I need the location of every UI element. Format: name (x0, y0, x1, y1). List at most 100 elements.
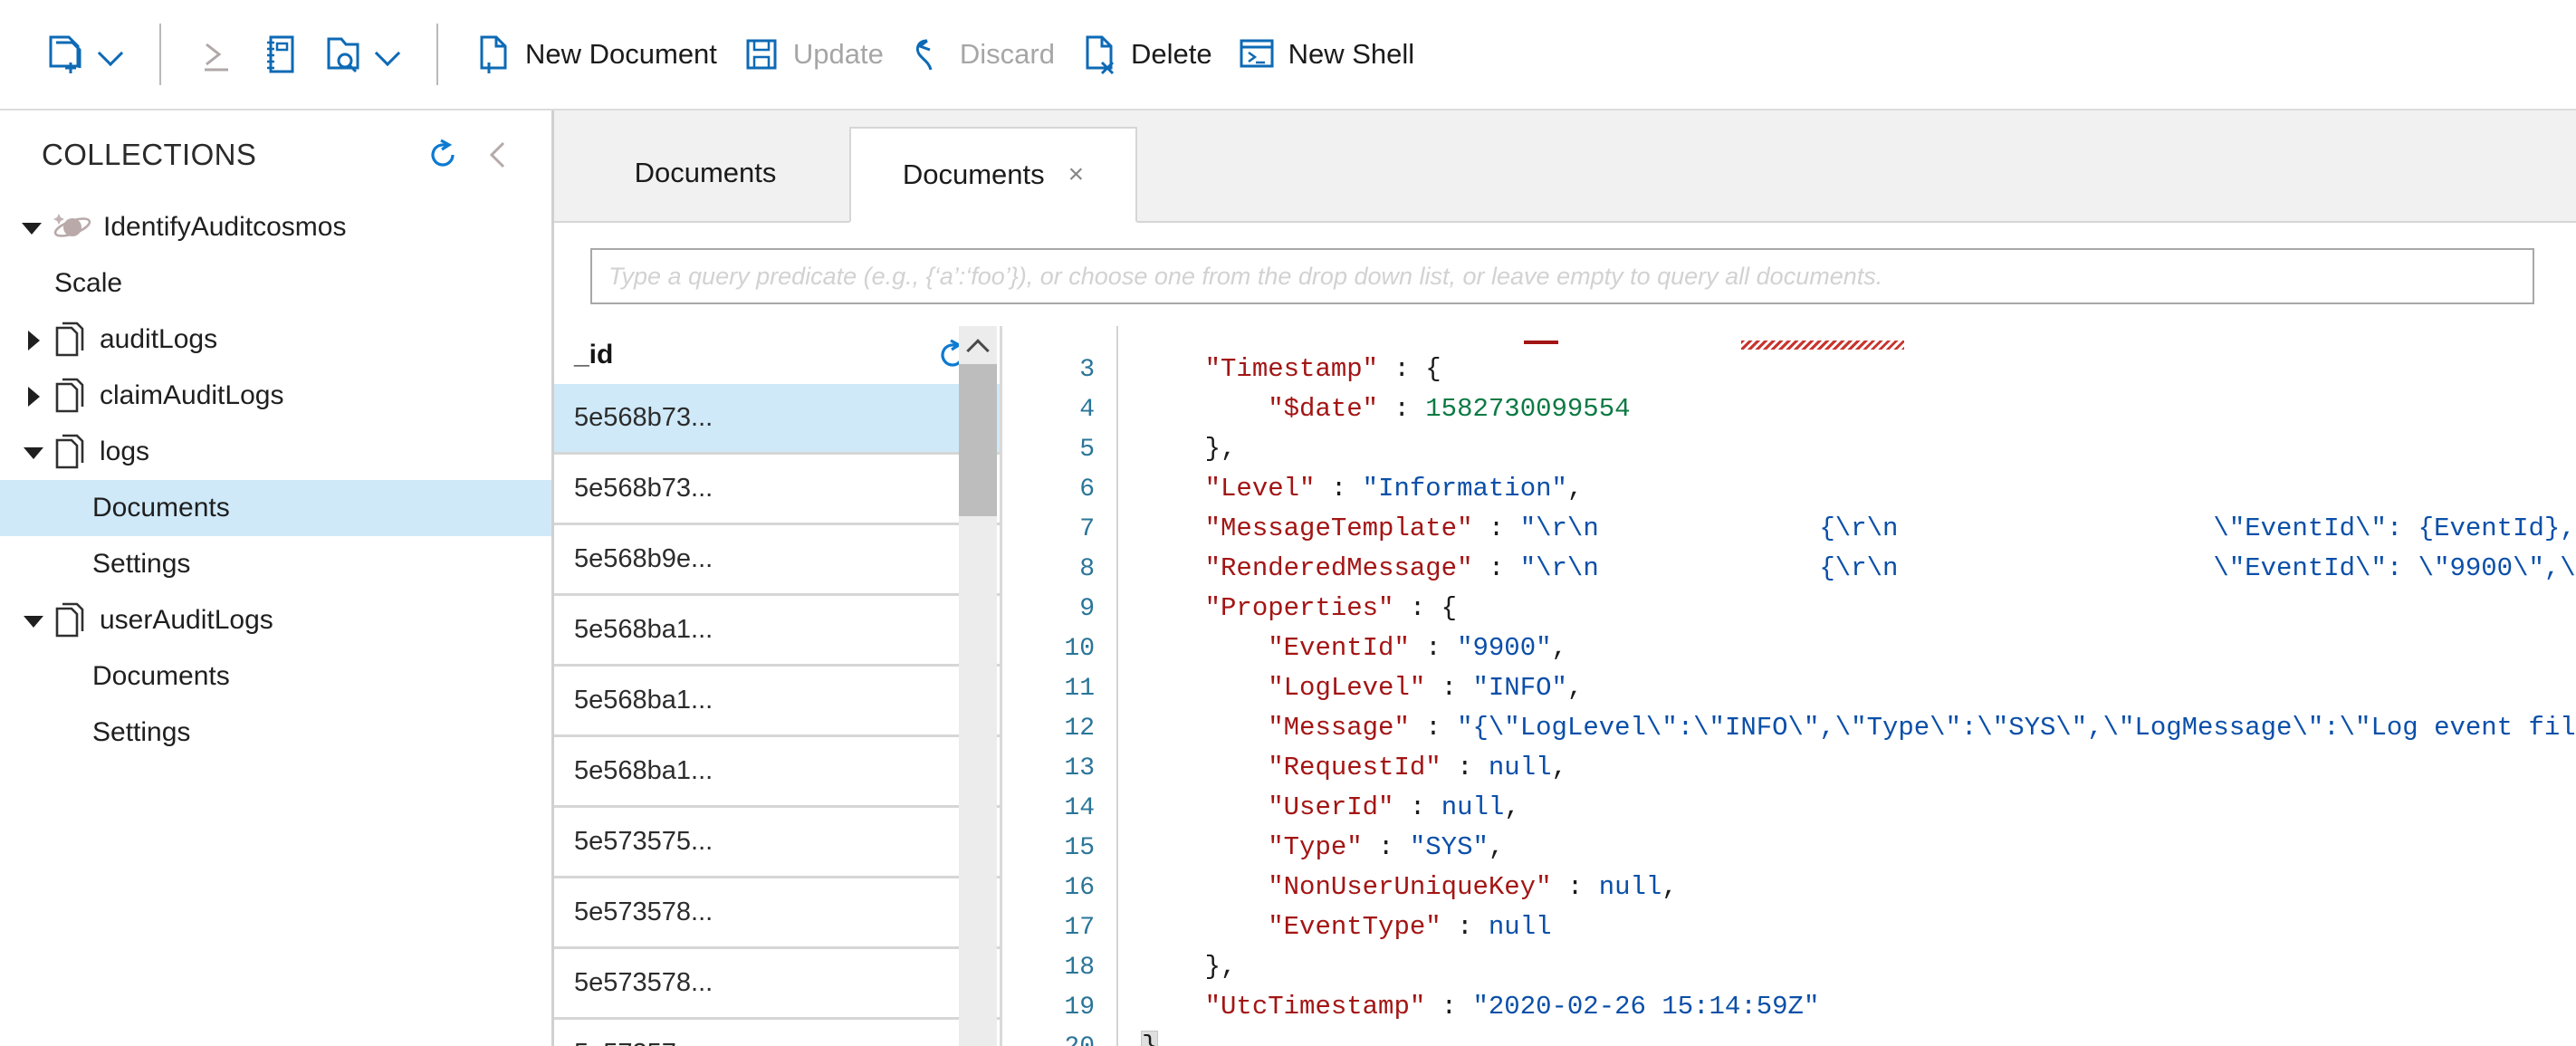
tree-item-logs[interactable]: logs (0, 424, 551, 480)
line-number: 14 (1064, 793, 1095, 822)
query-input[interactable] (590, 248, 2534, 304)
collection-icon (54, 433, 89, 471)
code-text[interactable]: "$date" : 1582730099554 (1116, 389, 2576, 429)
tree-item-documents[interactable]: Documents (0, 648, 551, 705)
code-text[interactable]: }, (1116, 429, 2576, 469)
id-column-header: _id (574, 340, 614, 369)
tab-documents-0[interactable]: Documents (561, 125, 849, 221)
tree-item-scale[interactable]: Scale (0, 255, 551, 312)
new-document-button[interactable]: New Document (462, 15, 730, 93)
tab-strip: Documents Documents × (554, 110, 2576, 223)
document-row[interactable]: 5e568b9e... (554, 525, 1000, 596)
document-row[interactable]: 5e573578... (554, 949, 1000, 1020)
code-line: 8 "RenderedMessage" : "\r\n {\r\n \"Even… (1002, 549, 2576, 589)
line-number: 13 (1064, 753, 1095, 782)
code-text[interactable]: "RequestId" : null, (1116, 748, 2576, 788)
sidebar-title: COLLECTIONS (42, 138, 257, 171)
chevron-left-icon[interactable] (479, 135, 519, 175)
chevron-right-icon[interactable] (18, 380, 49, 411)
document-row[interactable]: 5e573575... (554, 808, 1000, 878)
notebook-button[interactable] (248, 15, 311, 93)
tree-item-identifyauditcosmos[interactable]: IdentifyAuditcosmos (0, 199, 551, 255)
new-shell-label: New Shell (1288, 38, 1415, 70)
line-number: 4 (1079, 395, 1095, 424)
tree-item-auditlogs[interactable]: auditLogs (0, 312, 551, 368)
discard-button[interactable]: Discard (896, 15, 1068, 93)
shell-prompt-icon (197, 34, 235, 75)
code-text[interactable] (1116, 326, 2576, 350)
code-line: 13 "RequestId" : null, (1002, 748, 2576, 788)
chevron-right-icon[interactable] (18, 324, 49, 355)
tree-item-settings[interactable]: Settings (0, 705, 551, 761)
code-text[interactable]: "Type" : "SYS", (1116, 828, 2576, 868)
code-text[interactable]: "LogLevel" : "INFO", (1116, 668, 2576, 708)
tree-item-documents[interactable]: Documents (0, 480, 551, 536)
document-row[interactable]: 5e568b73... (554, 455, 1000, 525)
document-row[interactable]: 5e568ba1... (554, 667, 1000, 737)
new-shell-icon (1238, 34, 1276, 75)
code-line: 7 "MessageTemplate" : "\r\n {\r\n \"Even… (1002, 509, 2576, 549)
code-text[interactable]: "MessageTemplate" : "\r\n {\r\n \"EventI… (1116, 509, 2576, 549)
document-row[interactable]: 5e568ba1... (554, 737, 1000, 808)
tree-item-userauditlogs[interactable]: userAuditLogs (0, 592, 551, 648)
code-text[interactable]: } (1116, 1027, 2576, 1046)
document-id: 5e568ba1... (574, 615, 713, 644)
open-query-button[interactable] (311, 15, 413, 93)
main-area: COLLECTIONS IdentifyAuditcosmos Scale audi… (0, 110, 2576, 1046)
new-document-label: New Document (525, 38, 717, 70)
chevron-down-icon[interactable] (16, 212, 47, 243)
new-collection-button[interactable] (34, 15, 136, 93)
code-line: 19 "UtcTimestamp" : "2020-02-26 15:14:59… (1002, 987, 2576, 1027)
code-text[interactable]: "Timestamp" : { (1116, 350, 2576, 389)
json-editor[interactable]: 3 "Timestamp" : {4 "$date" : 15827300995… (1002, 326, 2576, 1046)
new-shell-button[interactable]: New Shell (1225, 15, 1428, 93)
main-toolbar: New Document Update Discard Delete New S… (0, 0, 2576, 110)
tree-item-claimauditlogs[interactable]: claimAuditLogs (0, 368, 551, 424)
tab-documents-1[interactable]: Documents × (849, 127, 1137, 223)
close-icon[interactable]: × (1068, 161, 1085, 188)
code-text[interactable]: "Message" : "{\"LogLevel\":\"INFO\",\"Ty… (1116, 708, 2576, 748)
code-text[interactable]: "EventType" : null (1116, 907, 2576, 947)
code-line: 10 "EventId" : "9900", (1002, 629, 2576, 668)
refresh-icon[interactable] (423, 135, 463, 175)
scrollbar-thumb[interactable] (959, 364, 997, 516)
document-row[interactable]: 5e568b73... (554, 384, 1000, 455)
code-text[interactable]: }, (1116, 947, 2576, 987)
line-number: 15 (1064, 833, 1095, 862)
documents-list-scrollbar[interactable] (959, 326, 997, 1046)
scroll-up-arrow-icon[interactable] (959, 326, 997, 364)
delete-button[interactable]: Delete (1068, 15, 1225, 93)
tree-item-settings[interactable]: Settings (0, 536, 551, 592)
line-number: 12 (1064, 714, 1095, 743)
collection-icon (54, 601, 89, 639)
documents-split: _id 5e568b73... 5e568b73... 5e568b9e... 5e5… (554, 326, 2576, 1046)
new-collection-icon (47, 34, 85, 75)
code-text[interactable]: "UtcTimestamp" : "2020-02-26 15:14:59Z" (1116, 987, 2576, 1027)
code-text[interactable]: "Level" : "Information", (1116, 469, 2576, 509)
code-line: 9 "Properties" : { (1002, 589, 2576, 629)
chevron-down-icon[interactable] (18, 605, 49, 636)
shell-prompt-button[interactable] (185, 15, 248, 93)
chevron-down-icon[interactable] (18, 437, 49, 467)
document-row[interactable]: 5e57357e... (554, 1020, 1000, 1046)
chevron-down-icon (100, 43, 123, 66)
code-line: 12 "Message" : "{\"LogLevel\":\"INFO\",\… (1002, 708, 2576, 748)
code-text[interactable]: "Properties" : { (1116, 589, 2576, 629)
tree-item-label: Settings (92, 717, 191, 747)
code-line: 17 "EventType" : null (1002, 907, 2576, 947)
delete-document-icon (1080, 34, 1118, 75)
document-row[interactable]: 5e573578... (554, 878, 1000, 949)
line-number: 9 (1079, 594, 1095, 623)
document-id: 5e573578... (574, 897, 713, 926)
update-button[interactable]: Update (730, 15, 896, 93)
document-row[interactable]: 5e568ba1... (554, 596, 1000, 667)
tree-item-label: claimAuditLogs (100, 380, 284, 410)
line-number: 8 (1079, 554, 1095, 583)
code-text[interactable]: "UserId" : null, (1116, 788, 2576, 828)
code-text[interactable]: "RenderedMessage" : "\r\n {\r\n \"EventI… (1116, 549, 2576, 589)
code-text[interactable]: "EventId" : "9900", (1116, 629, 2576, 668)
code-text[interactable]: "NonUserUniqueKey" : null, (1116, 868, 2576, 907)
